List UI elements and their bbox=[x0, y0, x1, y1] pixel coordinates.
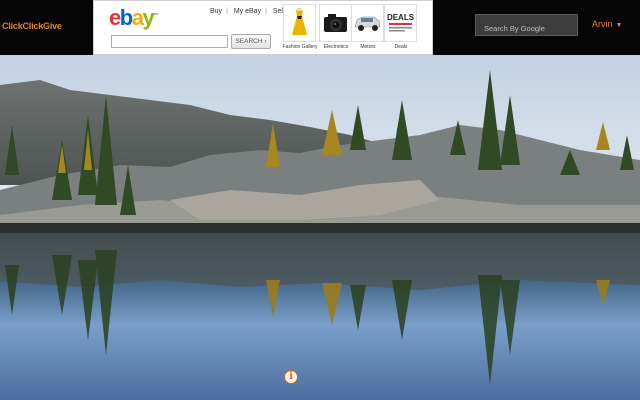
user-name: Arvin bbox=[592, 19, 613, 29]
deals-icon: DEALS bbox=[385, 5, 416, 41]
car-icon bbox=[352, 5, 383, 41]
deals-badge-text: DEALS bbox=[387, 13, 415, 22]
user-menu[interactable]: Arvin ▼ bbox=[592, 19, 622, 29]
lake-landscape-image bbox=[0, 55, 640, 400]
ad-item-electronics[interactable] bbox=[319, 4, 352, 42]
ad-item-fashion[interactable] bbox=[283, 4, 316, 42]
dress-icon bbox=[284, 5, 315, 41]
camera-icon bbox=[320, 5, 351, 41]
ad-links: Buy | My eBay | Sell bbox=[210, 8, 285, 15]
ad-item-deals-label[interactable]: Deals bbox=[381, 44, 421, 50]
ad-link-my-ebay[interactable]: My eBay bbox=[234, 8, 261, 15]
ebay-ad-banner[interactable]: ebay™ Buy | My eBay | Sell SEARCH › Fashio… bbox=[93, 0, 433, 55]
google-search-input[interactable] bbox=[475, 14, 578, 36]
ad-link-buy[interactable]: Buy bbox=[210, 8, 222, 15]
background-photo bbox=[0, 55, 640, 400]
ad-item-motors[interactable] bbox=[351, 4, 384, 42]
top-bar: ClickClickGive ebay™ Buy | My eBay | Sell … bbox=[0, 0, 640, 55]
ad-item-deals[interactable]: DEALS bbox=[384, 4, 417, 42]
chevron-down-icon: ▼ bbox=[615, 22, 623, 29]
info-icon[interactable]: i bbox=[284, 370, 298, 384]
ebay-logo[interactable]: ebay™ bbox=[109, 5, 158, 31]
ad-search-button[interactable]: SEARCH › bbox=[231, 34, 271, 49]
ad-search-input[interactable] bbox=[111, 35, 228, 48]
ad-item-fashion-label[interactable]: Fashion Gallery bbox=[280, 44, 320, 50]
brand-logo[interactable]: ClickClickGive bbox=[2, 21, 62, 31]
